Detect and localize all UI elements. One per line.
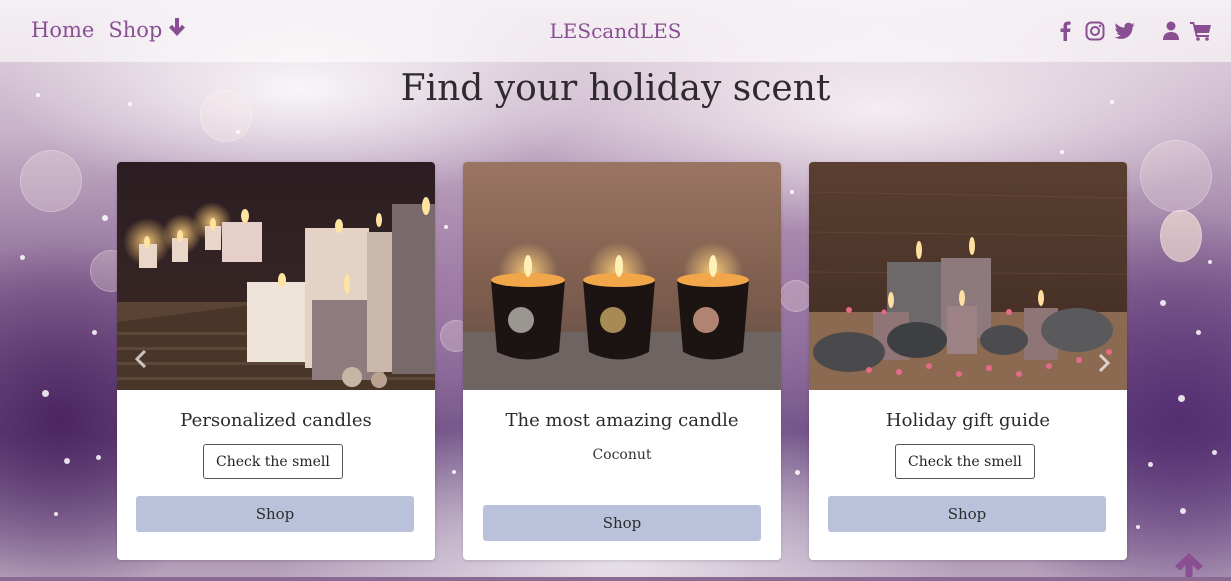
product-card-personalized: Personalized candles Check the smell Sho… [117, 162, 435, 560]
arrow-up-icon [1175, 553, 1203, 577]
nav-shop-label: Shop [108, 17, 163, 42]
nav-home-link[interactable]: Home [31, 18, 94, 42]
carousel-prev-button[interactable] [131, 346, 151, 372]
arrow-down-icon [168, 17, 186, 42]
nav-shop-dropdown[interactable]: Shop [108, 17, 186, 42]
brand-logo[interactable]: LEScandLES [550, 19, 682, 43]
product-card-amazing-candle: The most amazing candle Coconut Shop [463, 162, 781, 560]
product-card-gift-guide: Holiday gift guide Check the smell Shop [809, 162, 1127, 560]
scroll-to-top-button[interactable] [1174, 552, 1204, 577]
card-title: The most amazing candle [505, 410, 739, 431]
chevron-right-icon [1098, 354, 1110, 372]
shop-button[interactable]: Shop [136, 496, 414, 532]
facebook-icon[interactable] [1053, 19, 1077, 43]
nav-links: Home Shop [31, 17, 186, 42]
carousel-next-button[interactable] [1094, 350, 1114, 376]
card-title: Holiday gift guide [885, 410, 1051, 431]
card-subtitle: Coconut [592, 447, 652, 463]
page-title: Find your holiday scent [400, 68, 831, 109]
chevron-left-icon [135, 350, 147, 368]
nav-icons [1047, 19, 1213, 43]
shop-button[interactable]: Shop [483, 505, 761, 541]
candles-spa-image [117, 162, 435, 390]
twitter-icon[interactable] [1113, 19, 1137, 43]
coconut-candles-image [463, 162, 781, 390]
card-title: Personalized candles [180, 410, 372, 431]
shop-button[interactable]: Shop [828, 496, 1106, 532]
check-smell-button[interactable]: Check the smell [895, 444, 1035, 479]
top-navbar: Home Shop LEScandLES [0, 0, 1231, 62]
user-icon[interactable] [1159, 19, 1183, 43]
instagram-icon[interactable] [1083, 19, 1107, 43]
candles-stones-image [809, 162, 1127, 390]
check-smell-button[interactable]: Check the smell [203, 444, 343, 479]
cart-icon[interactable] [1189, 19, 1213, 43]
